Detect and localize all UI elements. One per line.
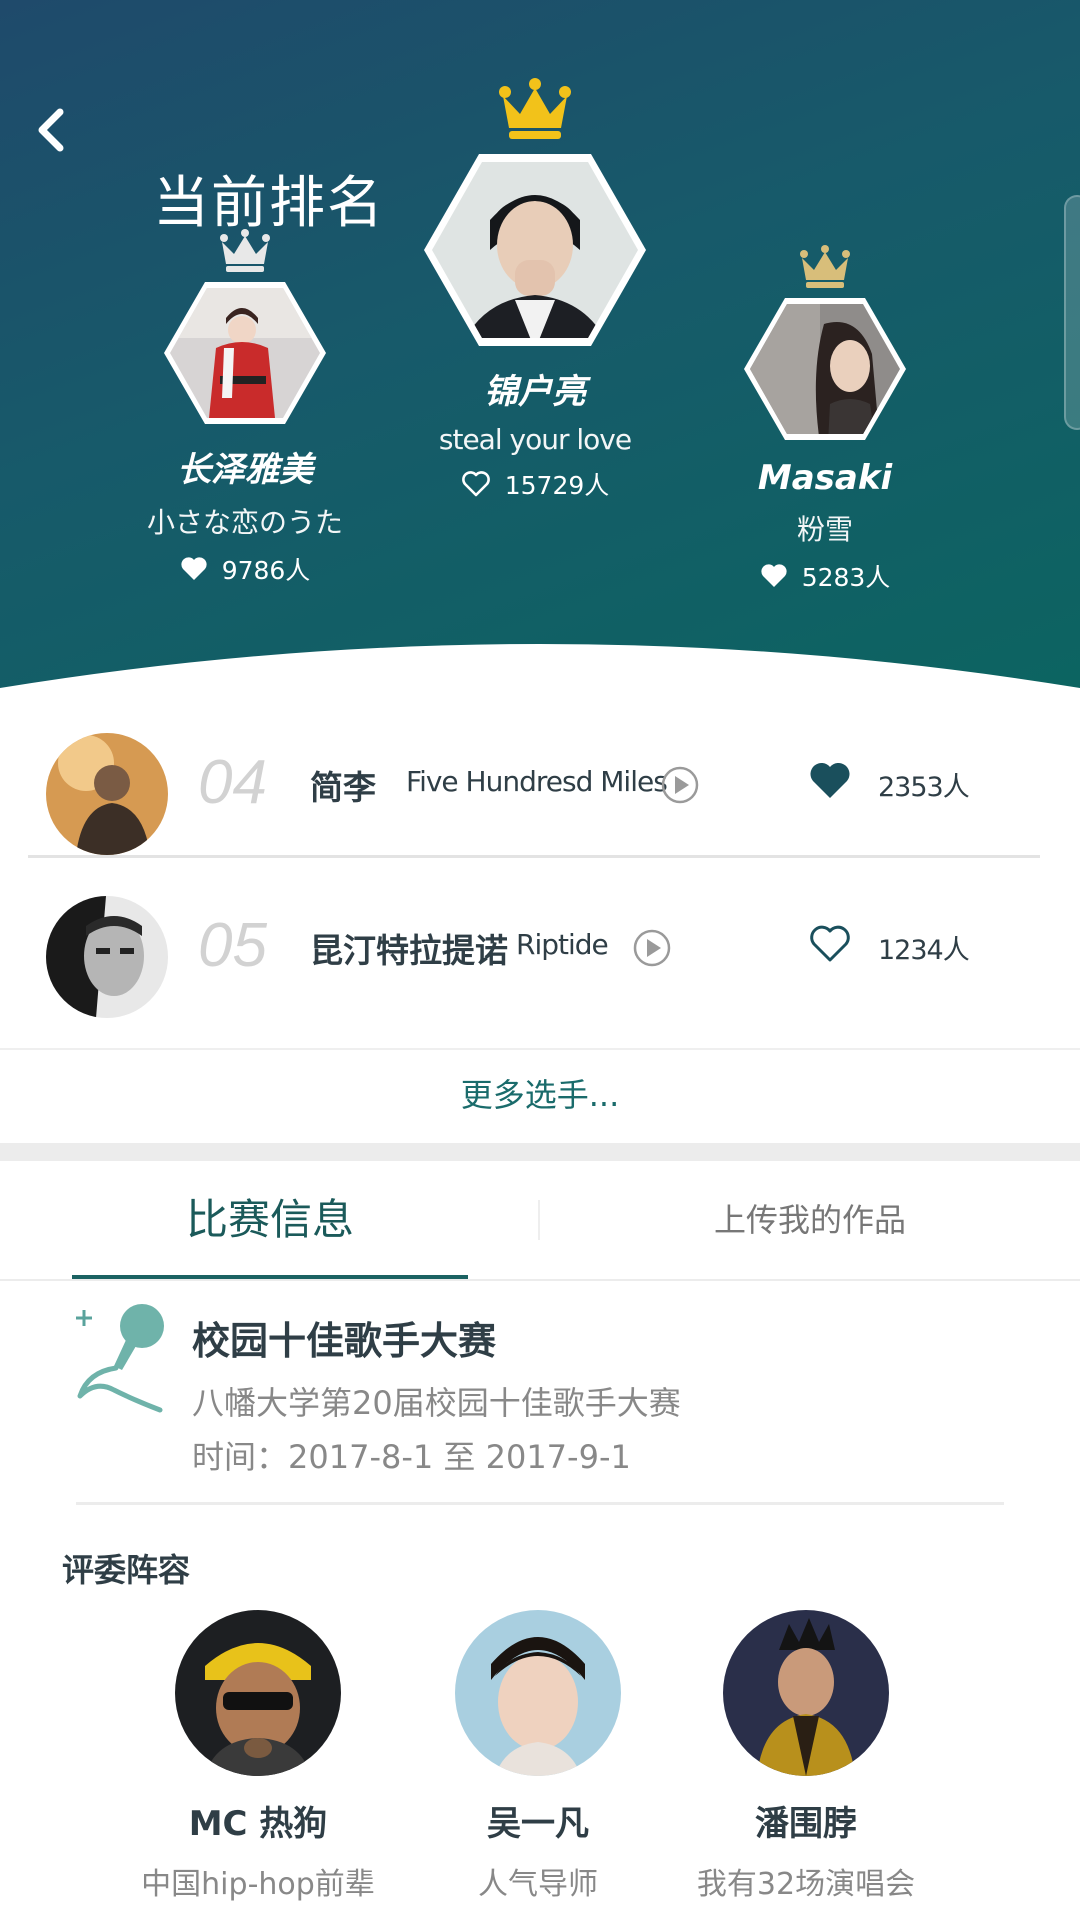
contest-description: 八幡大学第20届校园十佳歌手大赛: [192, 1384, 681, 1422]
podium-likes-count: 5283人: [801, 563, 891, 592]
contest-title: 校园十佳歌手大赛: [192, 1319, 497, 1363]
podium-likes-count: 9786人: [221, 556, 311, 585]
judge-card[interactable]: 潘围脖 我有32场演唱会: [656, 1610, 956, 1903]
tab-contest-info[interactable]: 比赛信息: [72, 1165, 468, 1275]
avatar: [46, 733, 168, 855]
avatar: [46, 896, 168, 1018]
podium-likes: 15729人: [415, 466, 655, 502]
header-curve: [0, 644, 1080, 690]
section-divider: [0, 1143, 1080, 1161]
heart-outline-icon[interactable]: [808, 924, 852, 964]
podium-likes-count: 15729人: [504, 471, 610, 500]
podium-rank-3[interactable]: Masaki 粉雪 5283人: [710, 244, 940, 594]
podium-name: 长泽雅美: [177, 450, 313, 490]
podium-name: 锦户亮: [484, 372, 586, 412]
heart-filled-icon[interactable]: [760, 563, 788, 589]
likes-count: 1234人: [878, 935, 970, 966]
podium-song: 小さな恋のうた: [146, 506, 343, 539]
ranking-row[interactable]: 05 昆汀特拉提诺 Riptide 1234人: [0, 858, 1080, 1048]
crown-icon: [800, 245, 850, 288]
microphone-icon: [76, 1304, 164, 1413]
edge-handle[interactable]: [1064, 195, 1080, 430]
podium-song: steal your love: [438, 423, 632, 456]
avatar: [744, 298, 906, 440]
judge-name: 潘围脖: [755, 1804, 857, 1844]
chevron-left-icon[interactable]: [22, 100, 82, 160]
podium-song: 粉雪: [796, 513, 853, 546]
podium-likes: 9786人: [130, 551, 360, 587]
podium-likes: 5283人: [710, 558, 940, 594]
song-title: Five Hundresd Miles: [406, 765, 668, 798]
contestant-name: 简李: [310, 768, 376, 807]
podium-rank-2[interactable]: 长泽雅美 小さな恋のうた 9786人: [130, 228, 360, 587]
judge-description: 中国hip-hop前辈: [141, 1867, 375, 1902]
avatar: [455, 1610, 621, 1776]
tab-bar-border: [0, 1279, 1080, 1281]
judges-heading: 评委阵容: [62, 1551, 191, 1589]
contestant-name: 昆汀特拉提诺: [310, 931, 508, 970]
podium-rank-1[interactable]: 锦户亮 steal your love 15729人: [415, 78, 655, 502]
info-divider: [76, 1502, 1004, 1505]
rank-number: 04: [198, 748, 267, 817]
judge-card[interactable]: 吴一凡 人气导师: [388, 1610, 688, 1903]
avatar: [723, 1610, 889, 1776]
page-title: 当前排名: [153, 171, 385, 236]
judge-name: MC 热狗: [188, 1804, 328, 1844]
heart-filled-icon[interactable]: [180, 556, 208, 582]
tab-upload-work[interactable]: 上传我的作品: [540, 1165, 1080, 1275]
judge-card[interactable]: MC 热狗 中国hip-hop前辈: [108, 1610, 408, 1903]
judge-name: 吴一凡: [487, 1804, 589, 1844]
more-contestants-link[interactable]: 更多选手...: [0, 1050, 1080, 1140]
likes-count: 2353人: [878, 772, 970, 803]
song-title: Riptide: [516, 928, 609, 961]
avatar: [424, 154, 646, 346]
avatar: [164, 282, 326, 424]
heart-outline-icon[interactable]: [461, 470, 491, 498]
play-icon[interactable]: [632, 928, 672, 968]
contest-time: 时间：2017-8-1 至 2017-9-1: [192, 1438, 631, 1476]
podium-name: Masaki: [757, 458, 893, 498]
judge-description: 我有32场演唱会: [696, 1867, 916, 1902]
crown-icon: [499, 78, 571, 139]
heart-filled-icon[interactable]: [808, 761, 852, 801]
judge-description: 人气导师: [478, 1867, 598, 1902]
ranking-header: 当前排名 长泽雅美 小さな恋のうた 9786人 锦户亮 steal your l…: [0, 0, 1080, 690]
avatar: [175, 1610, 341, 1776]
crown-icon: [220, 229, 270, 272]
rank-number: 05: [198, 911, 267, 980]
play-icon[interactable]: [660, 765, 700, 805]
